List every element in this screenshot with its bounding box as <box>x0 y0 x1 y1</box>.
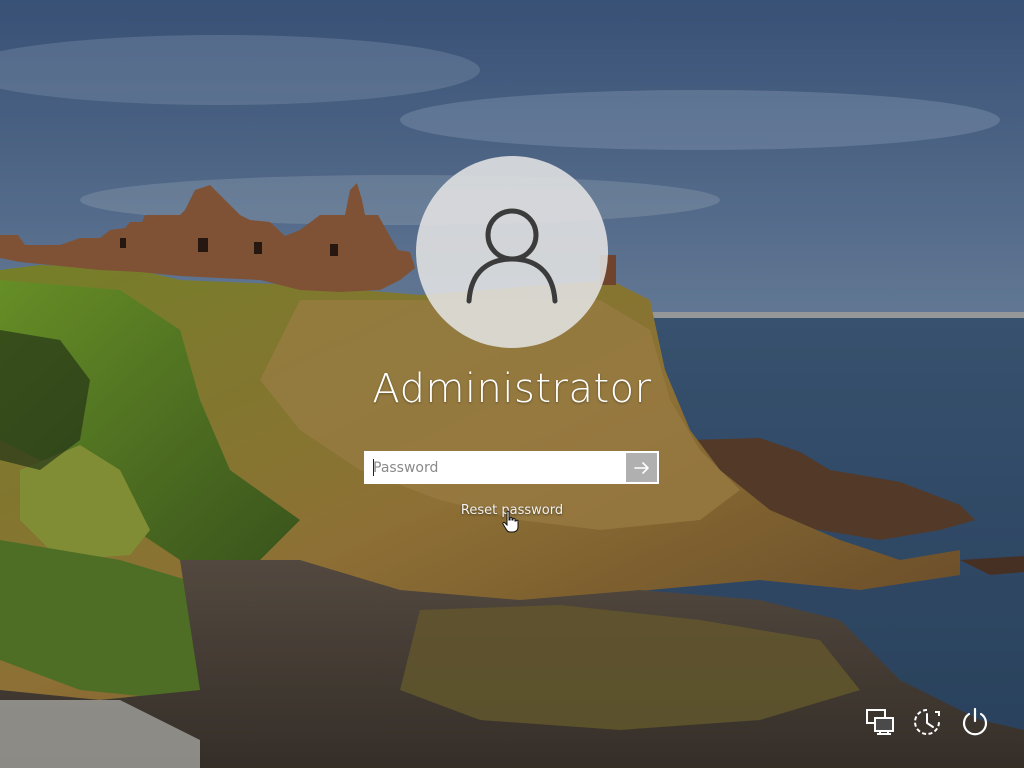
password-box <box>364 451 659 484</box>
network-icon <box>866 709 894 735</box>
user-avatar <box>416 156 608 348</box>
arrow-right-icon <box>633 461 649 474</box>
power-button[interactable] <box>957 704 993 740</box>
ease-of-access-button[interactable] <box>909 704 945 740</box>
password-input[interactable] <box>366 453 626 482</box>
ease-of-access-icon <box>914 709 940 735</box>
power-icon <box>962 707 988 736</box>
account-name: Administrator <box>372 366 652 412</box>
hand-pointer-icon <box>502 510 519 533</box>
text-caret <box>373 459 374 476</box>
submit-password-button[interactable] <box>626 453 657 482</box>
network-button[interactable] <box>862 704 898 740</box>
user-silhouette-icon <box>466 208 558 304</box>
